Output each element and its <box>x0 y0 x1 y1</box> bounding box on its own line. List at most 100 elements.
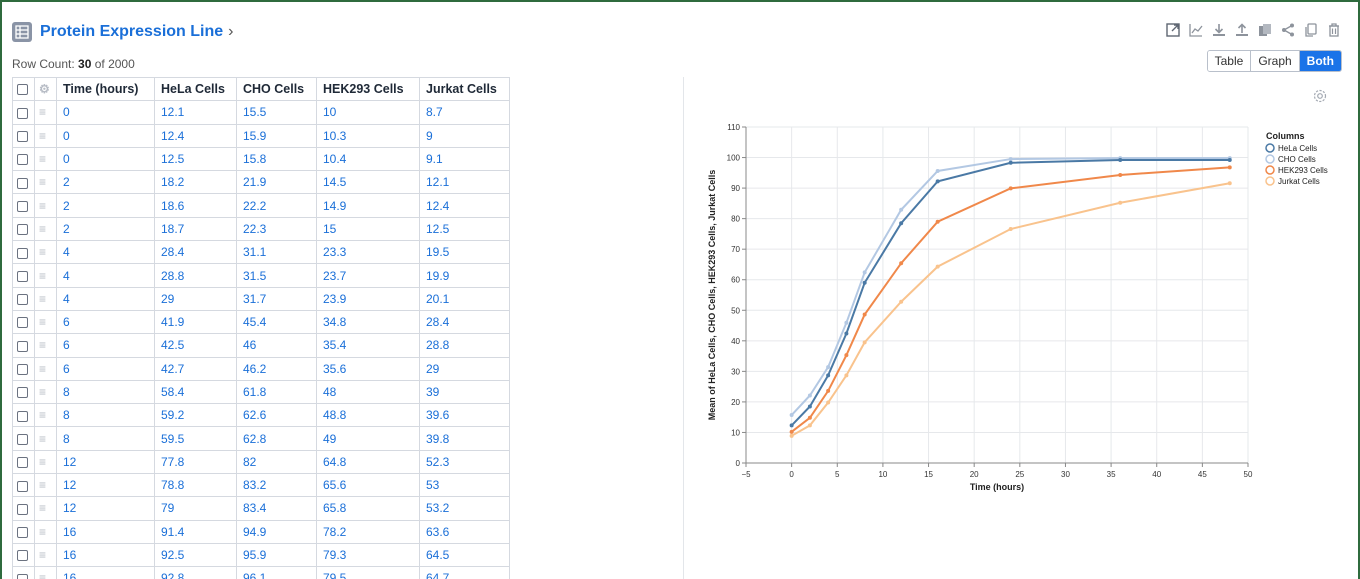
table-cell[interactable]: 31.1 <box>236 240 317 265</box>
table-cell[interactable]: 21.9 <box>236 170 317 195</box>
table-row[interactable]: ≡ 2 18.7 22.3 15 12.5 <box>12 216 510 242</box>
data-point[interactable] <box>1118 172 1123 177</box>
open-external-icon[interactable] <box>1165 22 1181 38</box>
drag-handle-icon[interactable]: ≡ <box>39 269 46 283</box>
data-point[interactable] <box>844 373 849 378</box>
data-point[interactable] <box>826 400 831 405</box>
data-point[interactable] <box>1118 157 1123 162</box>
table-cell[interactable]: 92.8 <box>154 566 237 579</box>
data-point[interactable] <box>899 221 904 226</box>
table-cell[interactable]: 64.7 <box>419 566 510 579</box>
drag-handle-icon[interactable]: ≡ <box>39 455 46 469</box>
table-row[interactable]: ≡ 12 78.8 83.2 65.6 53 <box>12 473 510 498</box>
table-cell[interactable]: 52.3 <box>419 449 510 475</box>
row-checkbox[interactable] <box>17 433 28 445</box>
data-point[interactable] <box>789 413 794 418</box>
table-cell[interactable]: 22.3 <box>236 216 317 242</box>
table-cell[interactable]: 16 <box>56 566 155 579</box>
table-cell[interactable]: 12 <box>56 473 155 498</box>
table-cell[interactable]: 12 <box>56 449 155 475</box>
data-point[interactable] <box>807 415 812 420</box>
data-point[interactable] <box>935 179 940 184</box>
table-cell[interactable]: 64.8 <box>316 449 420 475</box>
drag-handle-icon[interactable]: ≡ <box>39 292 46 306</box>
drag-handle-icon[interactable]: ≡ <box>39 105 46 119</box>
table-cell[interactable]: 62.8 <box>236 426 317 451</box>
drag-handle-icon[interactable]: ≡ <box>39 315 46 329</box>
table-cell[interactable]: 59.5 <box>154 426 237 451</box>
drag-handle-icon[interactable]: ≡ <box>39 199 46 213</box>
table-cell[interactable]: 39.6 <box>419 403 510 428</box>
data-point[interactable] <box>1118 200 1123 205</box>
table-row[interactable]: ≡ 16 92.8 96.1 79.5 64.7 <box>12 566 510 579</box>
table-cell[interactable]: 83.4 <box>236 496 317 521</box>
drag-handle-icon[interactable]: ≡ <box>39 408 46 422</box>
table-cell[interactable]: 2 <box>56 216 155 242</box>
page-title[interactable]: Protein Expression Line <box>40 23 223 41</box>
drag-handle-icon[interactable]: ≡ <box>39 245 46 259</box>
table-row[interactable]: ≡ 12 79 83.4 65.8 53.2 <box>12 496 510 521</box>
table-row[interactable]: ≡ 0 12.1 15.5 10 8.7 <box>12 100 510 125</box>
row-checkbox[interactable] <box>17 200 28 212</box>
data-point[interactable] <box>826 388 831 393</box>
table-cell[interactable]: 28.8 <box>419 333 510 358</box>
table-cell[interactable]: 15.8 <box>236 146 317 172</box>
data-point[interactable] <box>789 433 794 438</box>
drag-handle-icon[interactable]: ≡ <box>39 385 46 399</box>
legend-marker[interactable] <box>1265 165 1275 175</box>
table-row[interactable]: ≡ 4 28.4 31.1 23.3 19.5 <box>12 240 510 265</box>
table-cell[interactable]: 12.1 <box>154 100 237 125</box>
table-cell[interactable]: 12.4 <box>419 193 510 218</box>
table-row[interactable]: ≡ 12 77.8 82 64.8 52.3 <box>12 449 510 475</box>
table-row[interactable]: ≡ 6 42.7 46.2 35.6 29 <box>12 356 510 381</box>
table-cell[interactable]: 34.8 <box>316 309 420 335</box>
table-cell[interactable]: 78.2 <box>316 519 420 544</box>
table-row[interactable]: ≡ 8 59.2 62.6 48.8 39.6 <box>12 403 510 428</box>
data-point[interactable] <box>862 312 867 317</box>
data-point[interactable] <box>1227 157 1232 162</box>
view-table-button[interactable]: Table <box>1207 51 1252 71</box>
table-cell[interactable]: 35.4 <box>316 333 420 358</box>
table-cell[interactable]: 62.6 <box>236 403 317 428</box>
table-cell[interactable]: 29 <box>154 286 237 311</box>
table-cell[interactable]: 64.5 <box>419 542 510 568</box>
table-cell[interactable]: 20.1 <box>419 286 510 311</box>
table-cell[interactable]: 79.5 <box>316 566 420 579</box>
table-cell[interactable]: 14.5 <box>316 170 420 195</box>
table-cell[interactable]: 12.4 <box>154 123 237 148</box>
table-cell[interactable]: 95.9 <box>236 542 317 568</box>
table-cell[interactable]: 8 <box>56 379 155 405</box>
table-cell[interactable]: 65.6 <box>316 473 420 498</box>
legend-marker[interactable] <box>1265 143 1275 153</box>
data-point[interactable] <box>844 320 849 325</box>
table-cell[interactable]: 29 <box>419 356 510 381</box>
table-cell[interactable]: 6 <box>56 356 155 381</box>
table-cell[interactable]: 61.8 <box>236 379 317 405</box>
data-point[interactable] <box>862 270 867 275</box>
drag-handle-icon[interactable]: ≡ <box>39 478 46 492</box>
column-header-hek293[interactable]: HEK293 Cells <box>316 77 420 102</box>
download-icon[interactable] <box>1211 22 1227 38</box>
table-cell[interactable]: 35.6 <box>316 356 420 381</box>
data-point[interactable] <box>844 353 849 358</box>
table-cell[interactable]: 53.2 <box>419 496 510 521</box>
table-cell[interactable]: 92.5 <box>154 542 237 568</box>
series-line-jurkat-cells[interactable] <box>791 182 1230 437</box>
row-checkbox[interactable] <box>17 457 28 469</box>
duplicate-icon[interactable] <box>1303 22 1319 38</box>
table-cell[interactable]: 59.2 <box>154 403 237 428</box>
table-cell[interactable]: 4 <box>56 263 155 288</box>
row-checkbox[interactable] <box>17 270 28 282</box>
table-row[interactable]: ≡ 2 18.2 21.9 14.5 12.1 <box>12 170 510 195</box>
table-row[interactable]: ≡ 0 12.4 15.9 10.3 9 <box>12 123 510 148</box>
table-cell[interactable]: 18.2 <box>154 170 237 195</box>
copy-icon[interactable] <box>1257 22 1273 38</box>
table-row[interactable]: ≡ 6 42.5 46 35.4 28.8 <box>12 333 510 358</box>
table-cell[interactable]: 2 <box>56 193 155 218</box>
table-cell[interactable]: 23.3 <box>316 240 420 265</box>
data-point[interactable] <box>935 168 940 173</box>
series-line-hek293-cells[interactable] <box>791 166 1230 433</box>
table-cell[interactable]: 16 <box>56 519 155 544</box>
table-row[interactable]: ≡ 6 41.9 45.4 34.8 28.4 <box>12 309 510 335</box>
legend-marker[interactable] <box>1265 176 1275 186</box>
